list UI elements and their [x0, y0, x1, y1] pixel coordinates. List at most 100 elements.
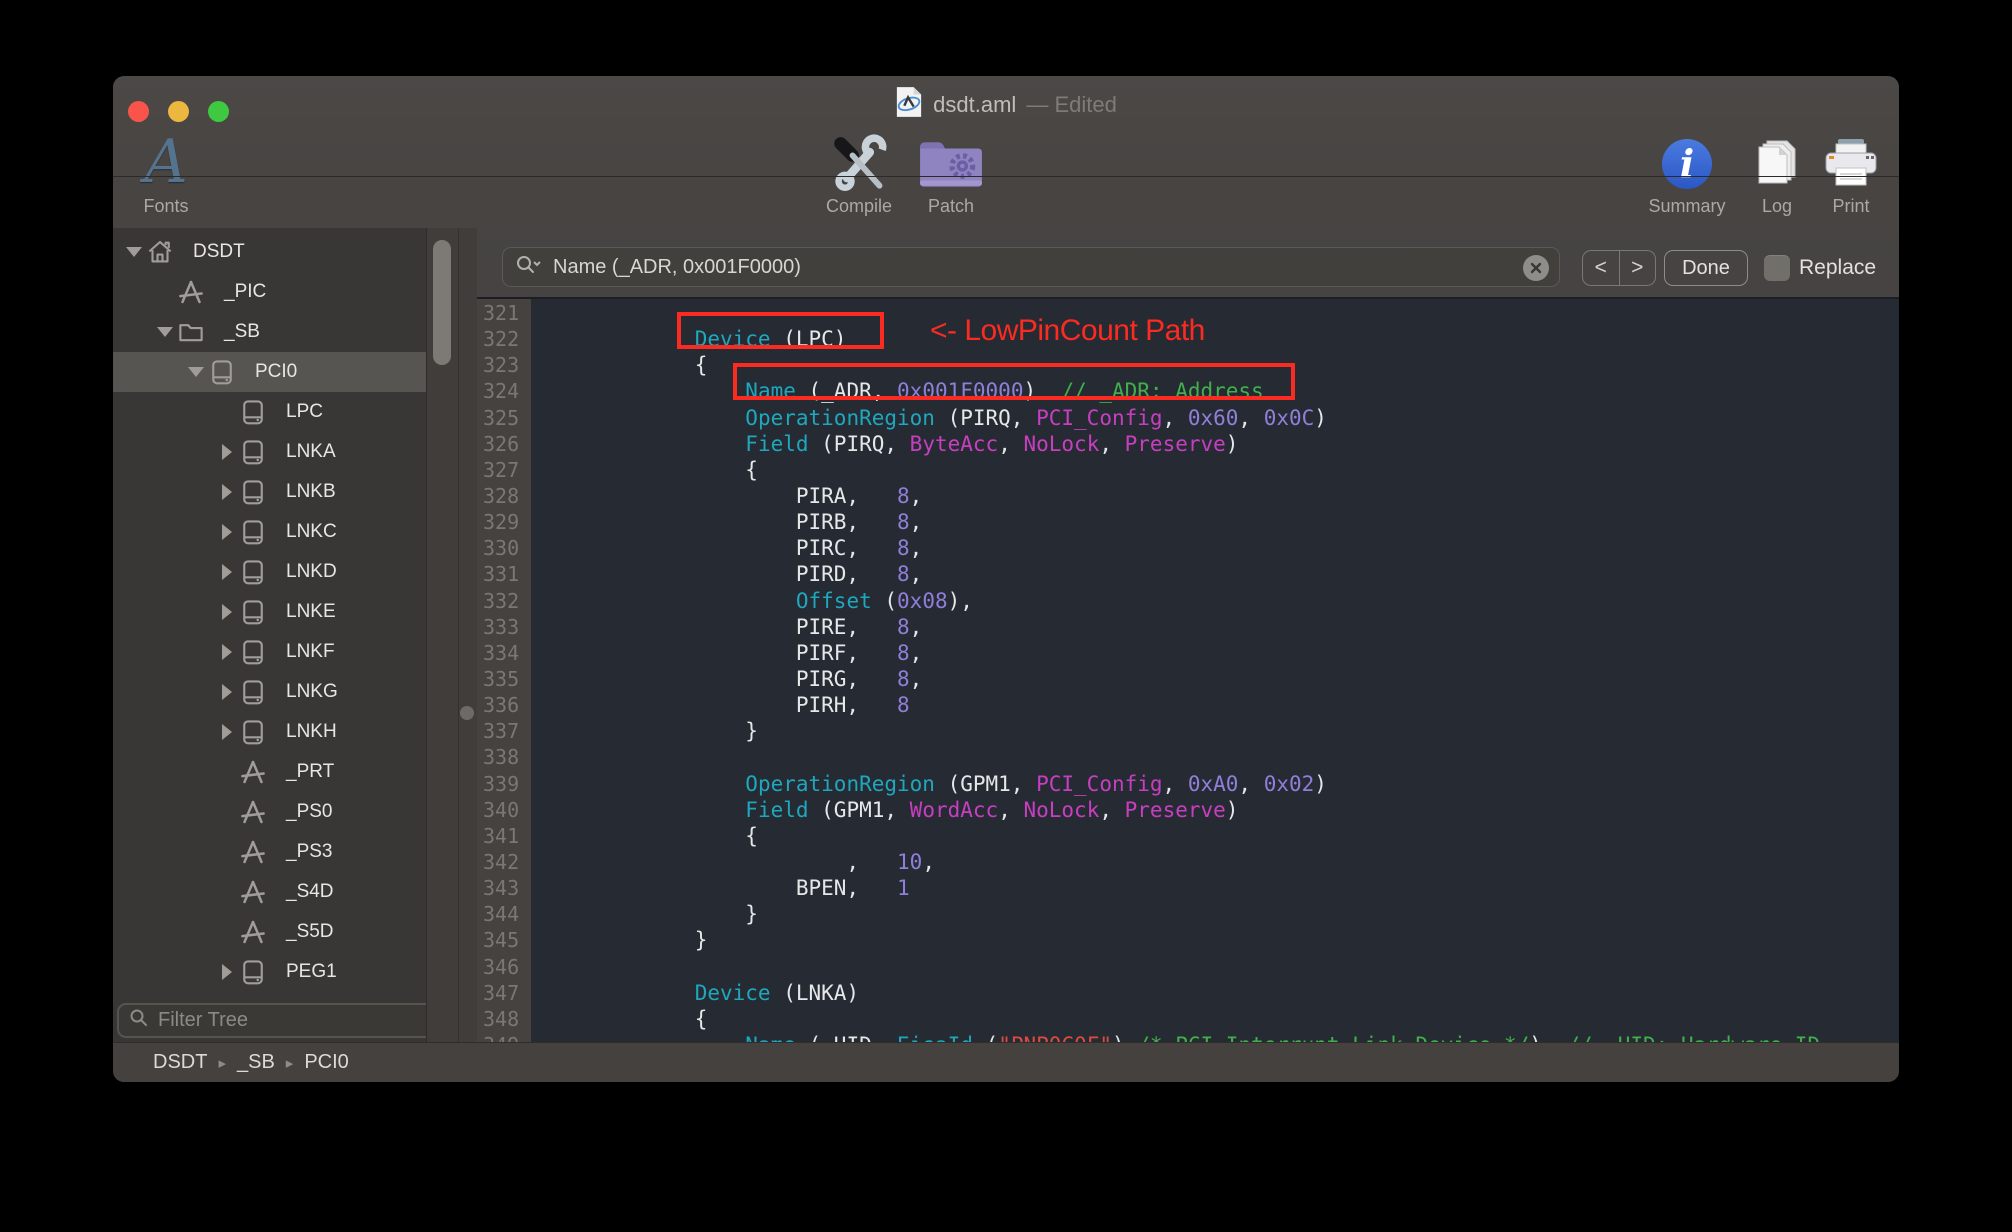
tree-item-prt[interactable]: _PRT: [113, 752, 426, 792]
log-button[interactable]: Log: [1745, 128, 1809, 217]
code-line[interactable]: }: [531, 927, 1899, 953]
disclosure-collapsed-icon[interactable]: [216, 724, 238, 740]
code-line[interactable]: Field (PIRQ, ByteAcc, NoLock, Preserve): [531, 431, 1899, 457]
code-line[interactable]: Device (LNKA): [531, 980, 1899, 1006]
tree-item-dsdt[interactable]: DSDT: [113, 232, 426, 272]
disclosure-collapsed-icon[interactable]: [216, 604, 238, 620]
code-line[interactable]: Field (GPM1, WordAcc, NoLock, Preserve): [531, 797, 1899, 823]
code-line[interactable]: PIRD, 8,: [531, 561, 1899, 587]
disclosure-collapsed-icon[interactable]: [216, 564, 238, 580]
breadcrumb-item-sb[interactable]: _SB: [237, 1051, 275, 1074]
line-number: 322: [483, 327, 520, 352]
find-next-button[interactable]: >: [1620, 251, 1656, 285]
device-icon: [238, 637, 268, 667]
code-line[interactable]: PIRB, 8,: [531, 509, 1899, 535]
tree-item-lnke[interactable]: LNKE: [113, 592, 426, 632]
line-number: 338: [483, 745, 520, 770]
code-line[interactable]: PIRC, 8,: [531, 535, 1899, 561]
tree-item-lnka[interactable]: LNKA: [113, 432, 426, 472]
code-area[interactable]: 321 322 323 324 325 326 327 328 329 330 331 332 333 3…: [477, 297, 1899, 1042]
tree-item-ps3[interactable]: _PS3: [113, 832, 426, 872]
code-lines[interactable]: Device (LPC) { Name (_ADR, 0x001F0000) /…: [531, 299, 1899, 1042]
disclosure-expanded-icon[interactable]: [185, 367, 207, 377]
fonts-button[interactable]: A Fonts: [131, 128, 201, 217]
tree-item-pic[interactable]: _PIC: [113, 272, 426, 312]
line-number: 330: [483, 536, 520, 561]
disclosure-expanded-icon[interactable]: [123, 247, 145, 257]
compile-button[interactable]: Compile: [818, 128, 900, 217]
split-handle[interactable]: [460, 706, 474, 720]
code-line[interactable]: {: [531, 823, 1899, 849]
fonts-label: Fonts: [143, 196, 189, 216]
code-line[interactable]: {: [531, 1006, 1899, 1032]
find-input[interactable]: [551, 254, 1547, 280]
code-line[interactable]: PIRG, 8,: [531, 666, 1899, 692]
line-number: 323: [483, 353, 520, 378]
line-number: 336: [483, 693, 520, 718]
code-line[interactable]: OperationRegion (PIRQ, PCI_Config, 0x60,…: [531, 405, 1899, 431]
tree-item-peg1[interactable]: PEG1: [113, 952, 426, 992]
disclosure-collapsed-icon[interactable]: [216, 524, 238, 540]
tree: DSDT _PIC _SB PCI0 LPC LNKA LNKB LNKC LNKD LNKE LN…: [113, 232, 426, 992]
device-icon: [238, 557, 268, 587]
tree-item-lnkg[interactable]: LNKG: [113, 672, 426, 712]
line-number: 340: [483, 797, 520, 822]
compile-label: Compile: [825, 196, 893, 216]
tree-item-pci0[interactable]: PCI0: [113, 352, 426, 392]
print-button[interactable]: Print: [1819, 128, 1883, 217]
code-line[interactable]: PIRE, 8,: [531, 614, 1899, 640]
done-button[interactable]: Done: [1664, 250, 1748, 286]
disclosure-collapsed-icon[interactable]: [216, 444, 238, 460]
code-line[interactable]: PIRH, 8: [531, 692, 1899, 718]
clear-search-icon[interactable]: [1523, 255, 1549, 281]
breadcrumb-item-dsdt[interactable]: DSDT: [153, 1051, 207, 1074]
tree-item-label: _PS3: [286, 841, 333, 862]
search-menu-icon[interactable]: [515, 254, 541, 281]
code-line[interactable]: OperationRegion (GPM1, PCI_Config, 0xA0,…: [531, 771, 1899, 797]
code-line[interactable]: }: [531, 901, 1899, 927]
tree-item-lnkf[interactable]: LNKF: [113, 632, 426, 672]
tree-item-label: LNKF: [286, 641, 335, 662]
replace-checkbox[interactable]: [1764, 255, 1790, 281]
filter-tree-input[interactable]: Filter Tree: [117, 1003, 453, 1038]
tree-item-lnkc[interactable]: LNKC: [113, 512, 426, 552]
code-line[interactable]: {: [531, 457, 1899, 483]
tree-item-s4d[interactable]: _S4D: [113, 872, 426, 912]
code-line[interactable]: PIRA, 8,: [531, 483, 1899, 509]
code-line[interactable]: [531, 744, 1899, 770]
disclosure-collapsed-icon[interactable]: [216, 644, 238, 660]
tree-item-label: LNKD: [286, 561, 337, 582]
code-line[interactable]: , 10,: [531, 849, 1899, 875]
patch-button[interactable]: Patch: [910, 128, 992, 217]
tree-item-lpc[interactable]: LPC: [113, 392, 426, 432]
code-line[interactable]: [531, 954, 1899, 980]
tree-item-lnkh[interactable]: LNKH: [113, 712, 426, 752]
tree-item-ps0[interactable]: _PS0: [113, 792, 426, 832]
code-line[interactable]: Name (_HID, EisaId ("PNP0C0F") /* PCI In…: [531, 1032, 1899, 1042]
find-previous-button[interactable]: <: [1583, 251, 1620, 285]
code-line[interactable]: Offset (0x08),: [531, 588, 1899, 614]
tree-item-label: _PIC: [224, 281, 267, 302]
tree-item-s5d[interactable]: _S5D: [113, 912, 426, 952]
tree-item-sb[interactable]: _SB: [113, 312, 426, 352]
line-number: 345: [483, 928, 520, 953]
device-icon: [207, 357, 237, 387]
tree-item-lnkd[interactable]: LNKD: [113, 552, 426, 592]
tree-item-lnkb[interactable]: LNKB: [113, 472, 426, 512]
code-line[interactable]: PIRF, 8,: [531, 640, 1899, 666]
line-number: 324: [483, 379, 520, 404]
summary-button[interactable]: i Summary: [1639, 128, 1735, 217]
tree-item-label: LNKC: [286, 521, 337, 542]
disclosure-collapsed-icon[interactable]: [216, 484, 238, 500]
disclosure-collapsed-icon[interactable]: [216, 684, 238, 700]
disclosure-expanded-icon[interactable]: [154, 327, 176, 337]
method-icon: [238, 917, 268, 947]
find-field[interactable]: [502, 247, 1560, 287]
code-line[interactable]: }: [531, 718, 1899, 744]
tree-item-label: DSDT: [193, 241, 245, 262]
breadcrumb-item-pci0[interactable]: PCI0: [304, 1051, 348, 1074]
code-line[interactable]: BPEN, 1: [531, 875, 1899, 901]
scrollbar-thumb[interactable]: [433, 240, 451, 365]
replace-label: Replace: [1799, 256, 1877, 279]
disclosure-collapsed-icon[interactable]: [216, 964, 238, 980]
